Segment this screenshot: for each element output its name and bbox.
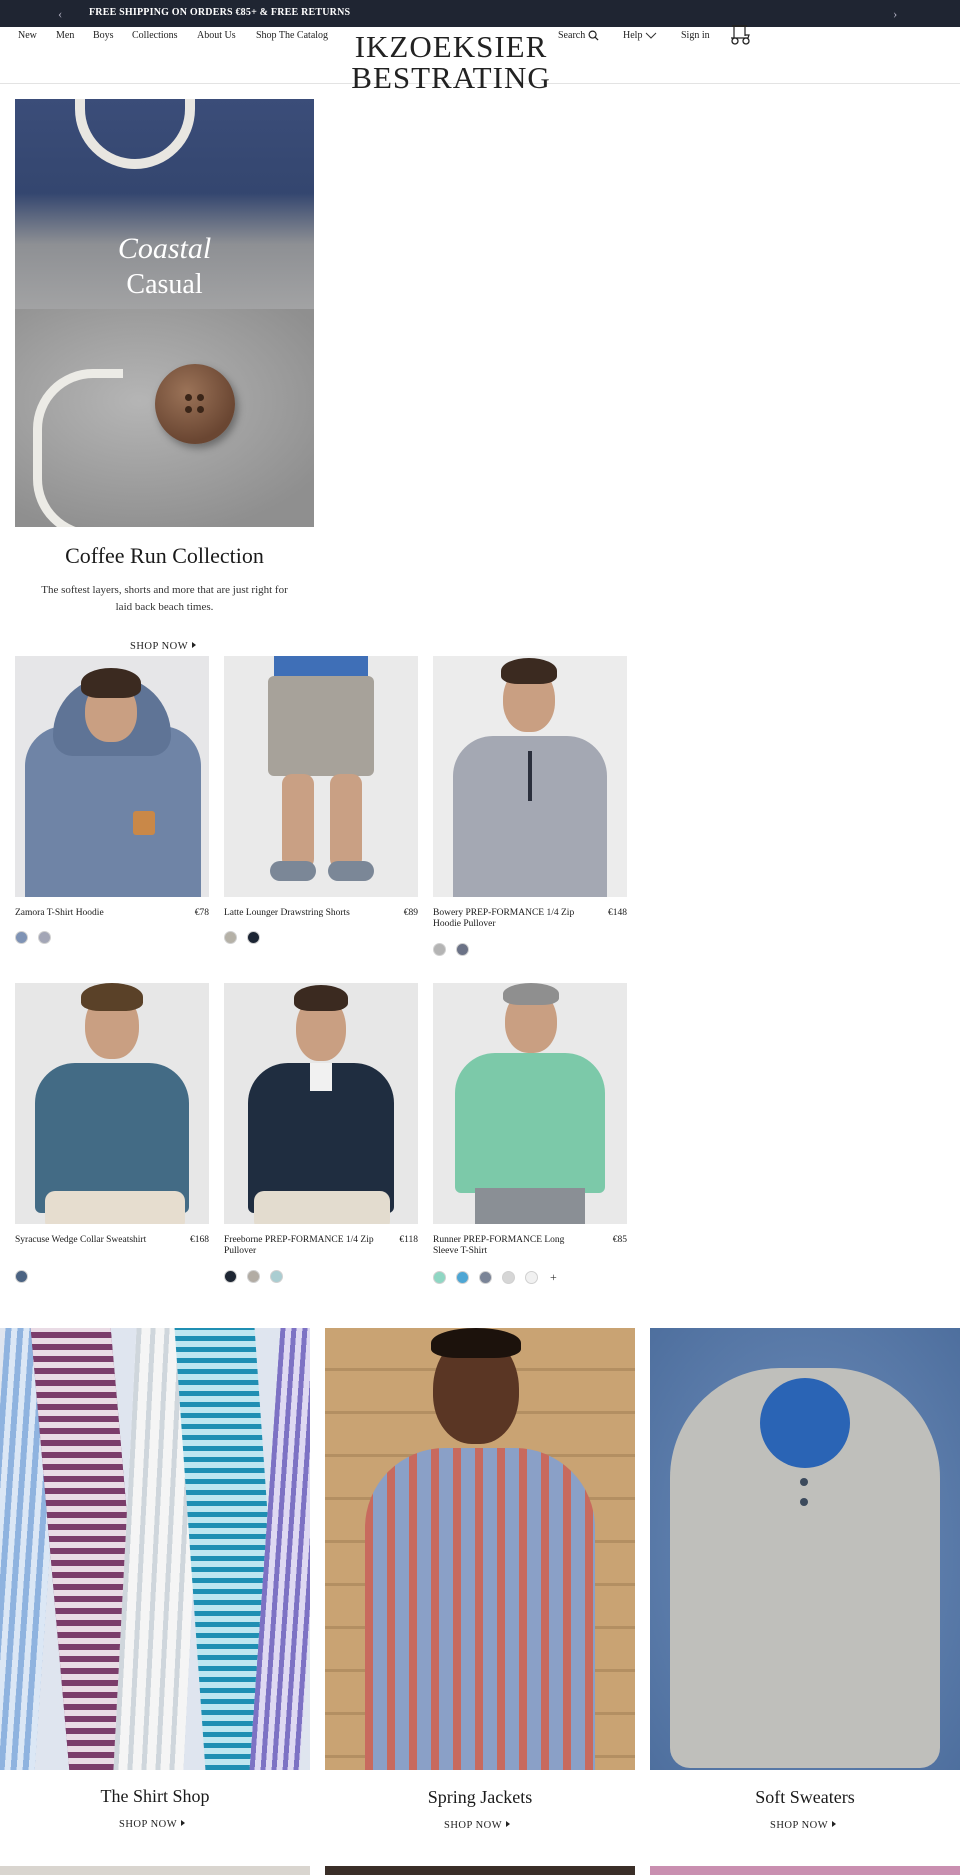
more-colors-indicator[interactable]: +	[550, 1270, 557, 1285]
color-swatch[interactable]	[224, 1270, 237, 1283]
product-image[interactable]	[433, 656, 627, 897]
nav-item-collections[interactable]: Collections	[132, 30, 178, 41]
color-swatch[interactable]	[433, 943, 446, 956]
category-tile-spring-jackets[interactable]	[325, 1328, 635, 1770]
product-name[interactable]: Freeborne PREP-FORMANCE 1/4 Zip Pullover	[224, 1235, 374, 1257]
golf-cart-icon[interactable]	[728, 24, 752, 46]
hero-button-detail	[155, 364, 235, 444]
product-image[interactable]	[224, 656, 418, 897]
nav-item-boys[interactable]: Boys	[93, 30, 114, 41]
category-title[interactable]: The Shirt Shop	[0, 1786, 310, 1807]
category-tile-soft-sweaters[interactable]	[650, 1328, 960, 1770]
color-swatch[interactable]	[247, 1270, 260, 1283]
chevron-down-icon	[646, 32, 657, 39]
product-image[interactable]	[15, 656, 209, 897]
search-label: Search	[558, 30, 586, 41]
nav-item-men[interactable]: Men	[56, 30, 74, 41]
color-swatches	[433, 943, 469, 956]
color-swatch[interactable]	[15, 1270, 28, 1283]
category-shop-now-link[interactable]: SHOP NOW	[770, 1820, 837, 1831]
category-shop-now-link[interactable]: SHOP NOW	[119, 1819, 186, 1830]
collection-description: The softest layers, shorts and more that…	[41, 584, 288, 613]
logo-line-2: BESTRATING	[351, 60, 551, 95]
product-price: €85	[612, 1235, 627, 1245]
product-name[interactable]: Latte Lounger Drawstring Shorts	[224, 908, 374, 919]
product-card[interactable]: Runner PREP-FORMANCE Long Sleeve T-Shirt…	[433, 983, 627, 1284]
color-swatch[interactable]	[502, 1271, 515, 1284]
product-card[interactable]: Bowery PREP-FORMANCE 1/4 Zip Hoodie Pull…	[433, 656, 627, 956]
hero-drawstring-lower	[33, 369, 123, 527]
caret-right-icon	[832, 1821, 837, 1827]
category-tile-shirt-shop[interactable]	[0, 1328, 310, 1770]
chevron-right-icon[interactable]: ›	[893, 6, 897, 22]
category-title[interactable]: Spring Jackets	[325, 1787, 635, 1808]
caret-right-icon	[192, 642, 197, 648]
chevron-left-icon[interactable]: ‹	[58, 6, 62, 22]
category-title[interactable]: Soft Sweaters	[650, 1787, 960, 1808]
site-header: New Men Boys Collections About Us Shop T…	[0, 24, 960, 93]
site-logo[interactable]: IKZOEKSIER BESTRATING	[340, 31, 562, 93]
product-image[interactable]	[433, 983, 627, 1224]
product-card[interactable]: Zamora T-Shirt Hoodie €78	[15, 656, 209, 944]
sign-in-link[interactable]: Sign in	[681, 30, 710, 41]
color-swatches	[15, 931, 51, 944]
search-icon	[588, 30, 599, 41]
shop-now-label: SHOP NOW	[130, 641, 189, 652]
color-swatch[interactable]	[479, 1271, 492, 1284]
shop-now-label: SHOP NOW	[444, 1820, 503, 1831]
color-swatches: +	[433, 1270, 557, 1285]
color-swatches	[15, 1270, 28, 1283]
product-price: €148	[608, 908, 627, 918]
next-row-tile-peek	[0, 1866, 310, 1875]
announcement-bar: ‹ FREE SHIPPING ON ORDERS €85+ & FREE RE…	[0, 0, 960, 27]
nav-item-new[interactable]: New	[18, 30, 37, 41]
product-name[interactable]: Zamora T-Shirt Hoodie	[15, 908, 165, 919]
hero-image[interactable]: Coastal Casual	[15, 99, 314, 527]
color-swatch[interactable]	[224, 931, 237, 944]
next-row-tile-peek	[650, 1866, 960, 1875]
caret-right-icon	[181, 1820, 186, 1826]
help-label: Help	[623, 30, 643, 41]
product-price: €89	[403, 908, 418, 918]
collection-shop-now-link[interactable]: SHOP NOW	[130, 641, 197, 652]
shop-now-label: SHOP NOW	[770, 1820, 829, 1831]
color-swatches	[224, 1270, 283, 1283]
product-image[interactable]	[15, 983, 209, 1224]
search-button[interactable]: Search	[558, 30, 599, 41]
product-price: €118	[399, 1235, 418, 1245]
nav-item-about-us[interactable]: About Us	[197, 30, 236, 41]
hero-headline-italic: Coastal	[117, 232, 212, 265]
product-price: €168	[190, 1235, 209, 1245]
product-name[interactable]: Syracuse Wedge Collar Sweatshirt	[15, 1235, 165, 1246]
product-name[interactable]: Runner PREP-FORMANCE Long Sleeve T-Shirt	[433, 1235, 583, 1257]
announcement-message[interactable]: FREE SHIPPING ON ORDERS €85+ & FREE RETU…	[89, 7, 350, 18]
hero-drawstring	[75, 99, 195, 169]
product-card[interactable]: Freeborne PREP-FORMANCE 1/4 Zip Pullover…	[224, 983, 418, 1283]
logo-line-1: IKZOEKSIER	[354, 29, 548, 64]
color-swatch[interactable]	[525, 1271, 538, 1284]
product-image[interactable]	[224, 983, 418, 1224]
color-swatch[interactable]	[456, 1271, 469, 1284]
next-row-tile-peek	[325, 1866, 635, 1875]
color-swatches	[224, 931, 260, 944]
nav-item-shop-the-catalog[interactable]: Shop The Catalog	[256, 30, 328, 41]
color-swatch[interactable]	[38, 931, 51, 944]
color-swatch[interactable]	[247, 931, 260, 944]
color-swatch[interactable]	[270, 1270, 283, 1283]
color-swatch[interactable]	[15, 931, 28, 944]
shop-now-label: SHOP NOW	[119, 1819, 178, 1830]
product-card[interactable]: Syracuse Wedge Collar Sweatshirt €168	[15, 983, 209, 1283]
color-swatch[interactable]	[456, 943, 469, 956]
product-card[interactable]: Latte Lounger Drawstring Shorts €89	[224, 656, 418, 944]
hero-headline: Casual	[126, 269, 203, 300]
product-price: €78	[194, 908, 209, 918]
collection-title: Coffee Run Collection	[65, 543, 264, 568]
help-menu[interactable]: Help	[623, 30, 657, 41]
category-shop-now-link[interactable]: SHOP NOW	[444, 1820, 511, 1831]
color-swatch[interactable]	[433, 1271, 446, 1284]
sign-in-label: Sign in	[681, 30, 710, 41]
caret-right-icon	[506, 1821, 511, 1827]
product-name[interactable]: Bowery PREP-FORMANCE 1/4 Zip Hoodie Pull…	[433, 908, 583, 930]
